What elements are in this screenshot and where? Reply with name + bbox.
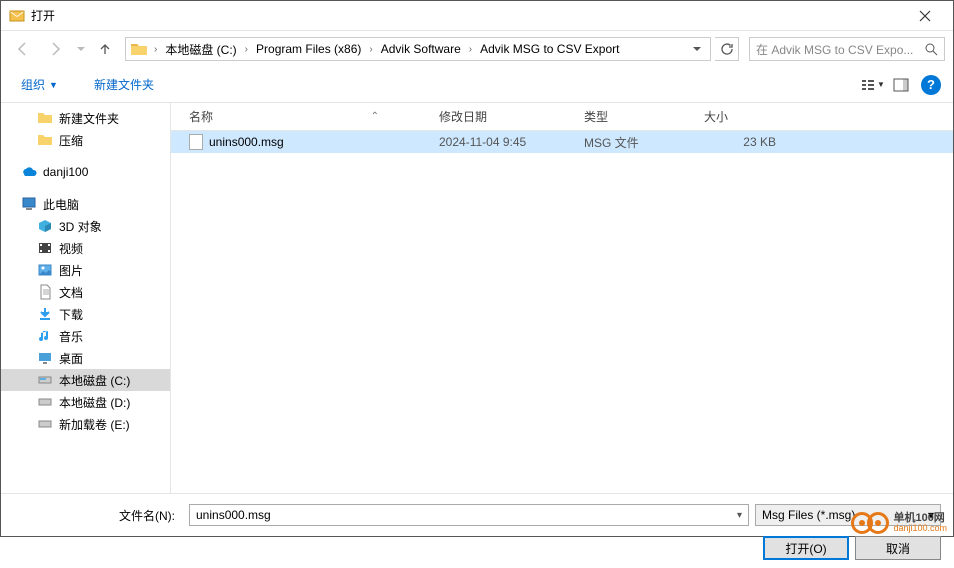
search-input[interactable]: 在 Advik MSG to CSV Expo...	[749, 37, 945, 61]
forward-button[interactable]	[41, 35, 69, 63]
drive-icon	[37, 416, 53, 432]
folder-icon	[37, 132, 53, 148]
watermark-url: danji100.com	[893, 524, 947, 534]
search-icon	[925, 43, 938, 56]
cube-icon	[37, 218, 53, 234]
envelope-icon	[9, 8, 25, 24]
filename-input[interactable]: unins000.msg ▾	[189, 504, 749, 526]
tree-item-disk-d[interactable]: 本地磁盘 (D:)	[1, 391, 170, 413]
up-button[interactable]	[93, 37, 117, 61]
tree-item-compressed[interactable]: 压缩	[1, 129, 170, 151]
recent-dropdown[interactable]	[73, 35, 89, 63]
tree-item-documents[interactable]: 文档	[1, 281, 170, 303]
chevron-right-icon[interactable]: ›	[465, 44, 476, 55]
chevron-right-icon[interactable]: ›	[241, 44, 252, 55]
file-date: 2024-11-04 9:45	[429, 135, 574, 149]
breadcrumb-bar[interactable]: › 本地磁盘 (C:) › Program Files (x86) › Advi…	[125, 37, 711, 61]
document-icon	[37, 284, 53, 300]
tree-item-3d-objects[interactable]: 3D 对象	[1, 215, 170, 237]
file-icon	[189, 134, 203, 150]
column-header-name[interactable]: 名称 ⌃	[171, 103, 429, 130]
chevron-down-icon: ▼	[49, 80, 58, 90]
watermark: 单机100网 danji100.com	[857, 512, 947, 534]
column-header-type[interactable]: 类型	[574, 103, 694, 130]
refresh-button[interactable]	[715, 37, 739, 61]
dialog-footer: 文件名(N): unins000.msg ▾ Msg Files (*.msg)…	[1, 493, 953, 568]
view-mode-button[interactable]: ▼	[859, 73, 887, 97]
file-size: 23 KB	[694, 135, 794, 149]
column-header-date[interactable]: 修改日期	[429, 103, 574, 130]
chevron-right-icon[interactable]: ›	[365, 44, 376, 55]
tree-item-new-folder[interactable]: 新建文件夹	[1, 107, 170, 129]
file-list-area: 名称 ⌃ 修改日期 类型 大小 unins000.msg 2024-11-04 …	[171, 103, 953, 493]
help-button[interactable]: ?	[921, 75, 941, 95]
tree-item-desktop[interactable]: 桌面	[1, 347, 170, 369]
chevron-right-icon[interactable]: ›	[150, 44, 161, 55]
breadcrumb-crumb[interactable]: 本地磁盘 (C:)	[161, 41, 240, 58]
file-row[interactable]: unins000.msg 2024-11-04 9:45 MSG 文件 23 K…	[171, 131, 953, 153]
drive-icon	[37, 394, 53, 410]
tree-item-downloads[interactable]: 下载	[1, 303, 170, 325]
music-icon	[37, 328, 53, 344]
organize-button[interactable]: 组织 ▼	[13, 72, 66, 97]
tree-item-danji[interactable]: danji100	[1, 161, 170, 183]
column-headers: 名称 ⌃ 修改日期 类型 大小	[171, 103, 953, 131]
breadcrumb-crumb[interactable]: Advik Software	[377, 42, 465, 56]
navigation-bar: › 本地磁盘 (C:) › Program Files (x86) › Advi…	[1, 31, 953, 67]
video-icon	[37, 240, 53, 256]
preview-pane-button[interactable]	[887, 73, 915, 97]
breadcrumb-crumb[interactable]: Advik MSG to CSV Export	[476, 42, 623, 56]
search-placeholder: 在 Advik MSG to CSV Expo...	[756, 41, 913, 58]
cancel-button[interactable]: 取消	[855, 536, 941, 560]
tree-item-disk-c[interactable]: 本地磁盘 (C:)	[1, 369, 170, 391]
back-button[interactable]	[9, 35, 37, 63]
tree-item-videos[interactable]: 视频	[1, 237, 170, 259]
new-folder-button[interactable]: 新建文件夹	[86, 72, 162, 97]
tree-item-this-pc[interactable]: 此电脑	[1, 193, 170, 215]
tree-item-disk-e[interactable]: 新加载卷 (E:)	[1, 413, 170, 435]
folder-icon	[130, 40, 148, 58]
filename-label: 文件名(N):	[13, 507, 183, 524]
chevron-down-icon[interactable]: ▾	[737, 510, 742, 521]
chevron-down-icon: ▼	[877, 80, 885, 89]
breadcrumb-crumb[interactable]: Program Files (x86)	[252, 42, 365, 56]
watermark-circle-icon	[867, 512, 889, 534]
sort-arrow-icon: ⌃	[371, 111, 379, 122]
drive-icon	[37, 372, 53, 388]
close-button[interactable]	[905, 2, 945, 30]
titlebar: 打开	[1, 1, 953, 31]
dialog-title: 打开	[31, 7, 905, 24]
column-header-size[interactable]: 大小	[694, 103, 794, 130]
open-button[interactable]: 打开(O)	[763, 536, 849, 560]
file-type: MSG 文件	[574, 134, 694, 151]
breadcrumb-dropdown[interactable]	[686, 44, 708, 54]
onedrive-icon	[21, 164, 37, 180]
tree-item-pictures[interactable]: 图片	[1, 259, 170, 281]
file-name: unins000.msg	[209, 135, 284, 149]
navigation-tree: 新建文件夹 压缩 danji100 此电脑 3D 对象 视频 图片	[1, 103, 171, 493]
computer-icon	[21, 196, 37, 212]
tree-item-music[interactable]: 音乐	[1, 325, 170, 347]
toolbar: 组织 ▼ 新建文件夹 ▼ ?	[1, 67, 953, 103]
download-icon	[37, 306, 53, 322]
folder-icon	[37, 110, 53, 126]
main-area: 新建文件夹 压缩 danji100 此电脑 3D 对象 视频 图片	[1, 103, 953, 493]
desktop-icon	[37, 350, 53, 366]
picture-icon	[37, 262, 53, 278]
